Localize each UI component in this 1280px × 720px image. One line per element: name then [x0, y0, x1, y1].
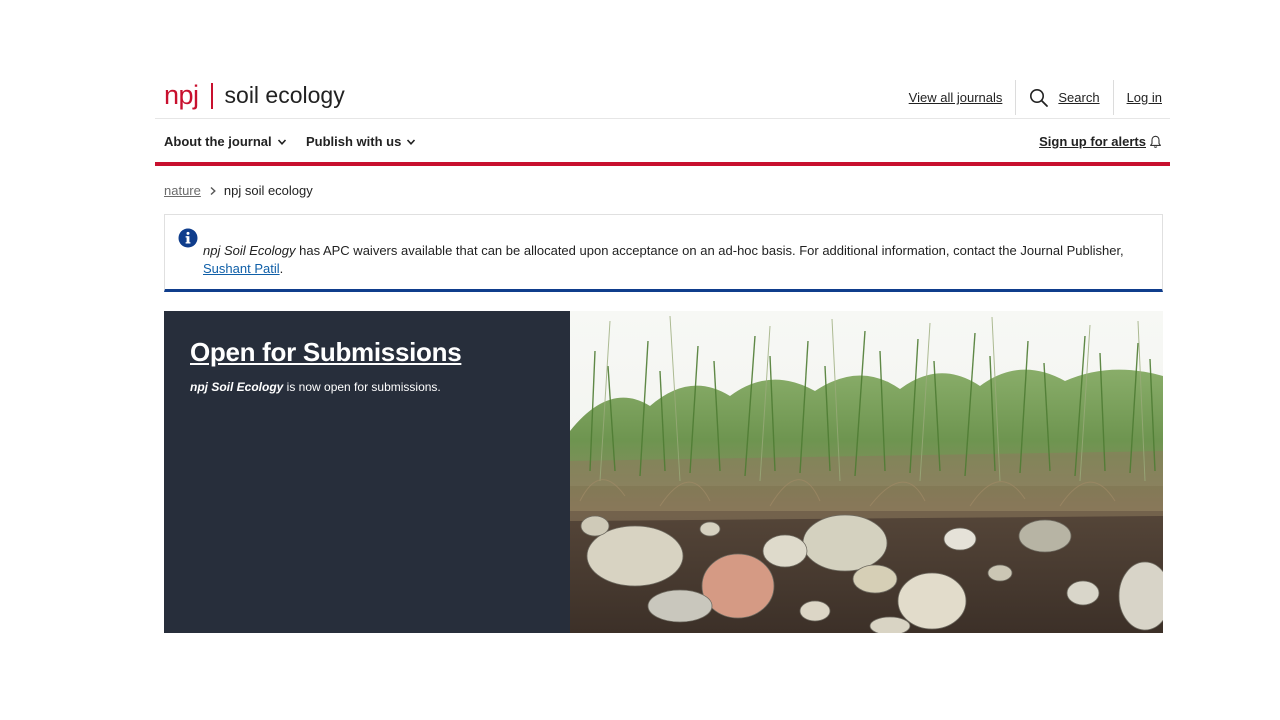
- breadcrumb-current: npj soil ecology: [223, 183, 313, 198]
- top-links: View all journals Search Log in: [901, 76, 1170, 119]
- hero-subtitle: npj Soil Ecology is now open for submiss…: [190, 380, 441, 394]
- hero-banner: Open for Submissions npj Soil Ecology is…: [164, 311, 1163, 633]
- soil-grass-image: [570, 311, 1163, 633]
- notice-journal-name: npj Soil Ecology: [203, 243, 296, 258]
- bell-icon: [1150, 135, 1161, 148]
- publisher-contact-link[interactable]: Sushant Patil: [203, 261, 280, 276]
- divider: [1015, 80, 1017, 115]
- open-for-submissions-link[interactable]: Open for Submissions: [190, 337, 462, 368]
- logo-journal-name: soil ecology: [224, 82, 345, 108]
- journal-logo[interactable]: npj soil ecology: [164, 82, 345, 109]
- about-journal-menu[interactable]: About the journal: [164, 134, 287, 149]
- apc-waiver-notice: npj Soil Ecology has APC waivers availab…: [164, 214, 1163, 292]
- notice-text: npj Soil Ecology has APC waivers availab…: [203, 242, 1148, 278]
- soil-grass-illustration: [570, 311, 1163, 633]
- breadcrumb: nature npj soil ecology: [164, 183, 313, 198]
- notice-end: .: [279, 261, 284, 276]
- search-label: Search: [1058, 90, 1100, 105]
- hero-text-panel: Open for Submissions npj Soil Ecology is…: [164, 311, 570, 633]
- chevron-right-icon: [210, 186, 216, 195]
- top-bar: npj soil ecology View all journals Searc…: [155, 76, 1170, 119]
- sign-up-alerts-link[interactable]: Sign up for alerts: [1039, 134, 1162, 149]
- info-icon: [178, 228, 198, 248]
- sign-up-alerts-label: Sign up for alerts: [1039, 134, 1146, 149]
- login-link[interactable]: Log in: [1119, 76, 1170, 119]
- search-icon: [1030, 88, 1049, 107]
- publish-with-us-menu[interactable]: Publish with us: [306, 134, 416, 149]
- hero-subtitle-text: is now open for submissions.: [283, 380, 441, 394]
- about-journal-label: About the journal: [164, 134, 272, 149]
- divider: [1112, 80, 1114, 115]
- nav-red-rule: [155, 162, 1170, 166]
- notice-body: has APC waivers available that can be al…: [295, 243, 1124, 258]
- hero-journal-name: npj Soil Ecology: [190, 380, 284, 394]
- journal-nav: About the journal Publish with us Sign u…: [155, 119, 1170, 163]
- logo-divider: [210, 82, 213, 109]
- logo-npj: npj: [164, 80, 199, 110]
- view-all-journals-link[interactable]: View all journals: [901, 76, 1011, 119]
- search-button[interactable]: Search: [1021, 76, 1107, 119]
- publish-with-us-label: Publish with us: [306, 134, 402, 149]
- chevron-down-icon: [407, 138, 416, 145]
- breadcrumb-nature-link[interactable]: nature: [164, 183, 201, 198]
- chevron-down-icon: [277, 138, 286, 145]
